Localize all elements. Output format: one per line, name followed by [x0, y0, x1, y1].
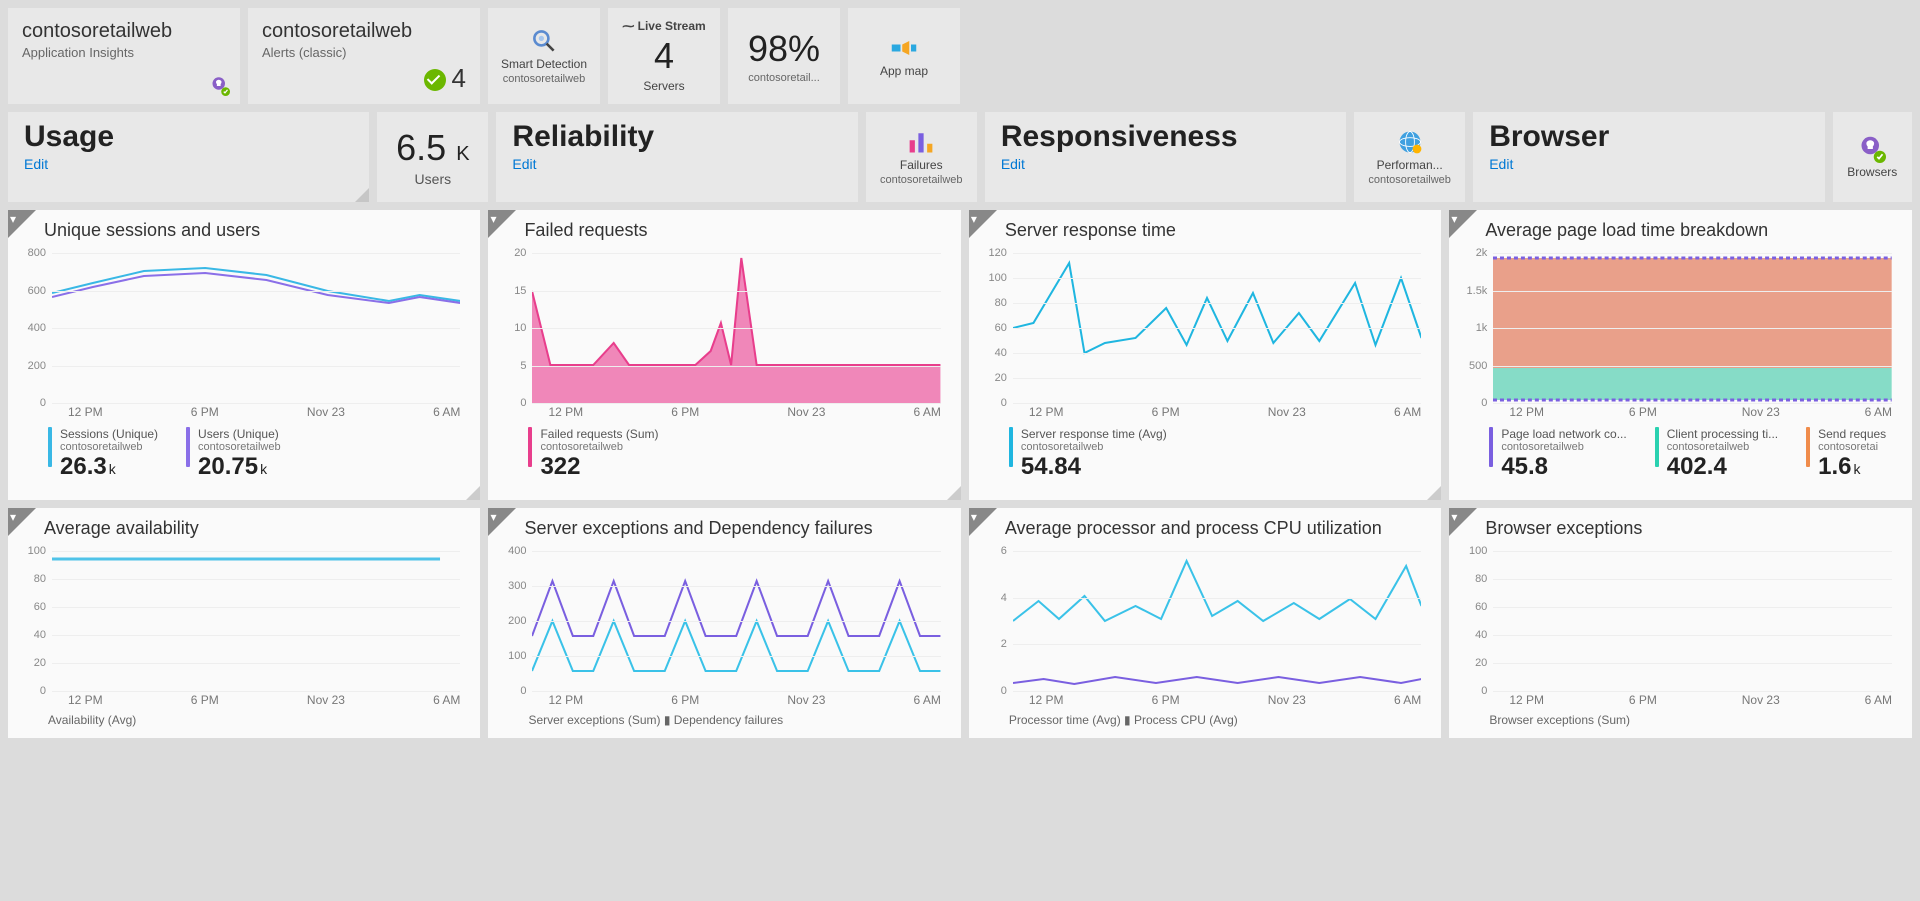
responsiveness-header[interactable]: Responsiveness Edit [985, 112, 1346, 202]
pageload-chart-title: Average page load time breakdown [1449, 210, 1912, 249]
browsers-tile[interactable]: Browsers [1833, 112, 1912, 202]
cpu-chart-title: Average processor and process CPU utiliz… [969, 508, 1441, 547]
app-sub: Application Insights [22, 45, 226, 60]
resize-icon [355, 188, 369, 202]
browser-title: Browser [1489, 120, 1808, 154]
legend: Failed requests (Sum)contosoretailweb322 [488, 419, 960, 481]
cpu-chart: 0246 [1013, 551, 1421, 691]
alerts-title: contosoretailweb [262, 20, 466, 43]
browser-exceptions-chart: 020406080100 [1493, 551, 1892, 691]
availability-chart: 020406080100 [52, 551, 460, 691]
responsiveness-title: Responsiveness [1001, 120, 1330, 154]
category-row: Usage Edit 6.5 K Users Reliability Edit … [8, 112, 1912, 202]
smart-l1: Smart Detection [501, 57, 587, 71]
resize-icon [466, 486, 480, 500]
performance-sub: contosoretailweb [1368, 174, 1451, 186]
pct-sub: contosoretail... [748, 72, 820, 84]
partial-legend: Browser exceptions (Sum) [1449, 707, 1912, 727]
failures-label: Failures [900, 158, 943, 172]
app-insights-tile[interactable]: contosoretailweb Application Insights [8, 8, 240, 104]
top-row: contosoretailweb Application Insights co… [8, 8, 1912, 104]
charts-row-1: ▾ Unique sessions and users 020040060080… [8, 210, 1912, 500]
availability-chart-title: Average availability [8, 508, 480, 547]
partial-legend: Server exceptions (Sum) ▮ Dependency fai… [488, 707, 960, 727]
alerts-sub: Alerts (classic) [262, 45, 466, 60]
globe-icon [1396, 128, 1424, 156]
filter-icon[interactable]: ▾ [1451, 510, 1457, 524]
browser-exceptions-chart-tile[interactable]: ▾ Browser exceptions 020406080100 12 PM6… [1449, 508, 1912, 738]
smart-detection-tile[interactable]: Smart Detection contosoretailweb [488, 8, 600, 104]
legend: Page load network co...contosoretailweb4… [1449, 419, 1912, 481]
reliability-header[interactable]: Reliability Edit [496, 112, 857, 202]
app-map-tile[interactable]: App map [848, 8, 960, 104]
servers-count: 4 [654, 35, 674, 77]
performance-label: Performan... [1377, 158, 1443, 172]
filter-icon[interactable]: ▾ [1451, 212, 1457, 226]
appmap-label: App map [880, 64, 928, 78]
srt-chart-tile[interactable]: ▾ Server response time 020406080100120 1… [969, 210, 1441, 500]
cpu-chart-tile[interactable]: ▾ Average processor and process CPU util… [969, 508, 1441, 738]
browser-edit-link[interactable]: Edit [1489, 156, 1513, 172]
pageload-chart-tile[interactable]: ▾ Average page load time breakdown 05001… [1449, 210, 1912, 500]
pageload-chart: 05001k1.5k2k [1493, 253, 1892, 403]
performance-tile[interactable]: Performan... contosoretailweb [1354, 112, 1465, 202]
pct-value: 98% [748, 28, 820, 70]
availability-chart-tile[interactable]: ▾ Average availability 020406080100 12 P… [8, 508, 480, 738]
failed-chart-title: Failed requests [488, 210, 960, 249]
exceptions-chart: 0100200300400 [532, 551, 940, 691]
usage-header[interactable]: Usage Edit [8, 112, 369, 202]
bulb-check-icon [1858, 135, 1886, 163]
exceptions-chart-tile[interactable]: ▾ Server exceptions and Dependency failu… [488, 508, 960, 738]
failures-icon [907, 128, 935, 156]
magnifier-icon [530, 27, 558, 55]
sessions-chart: 0200400600800 [52, 253, 460, 403]
failures-tile[interactable]: Failures contosoretailweb [866, 112, 977, 202]
availability-pct-tile[interactable]: 98% contosoretail... [728, 8, 840, 104]
filter-icon[interactable]: ▾ [490, 510, 496, 524]
alerts-tile[interactable]: contosoretailweb Alerts (classic) 4 [248, 8, 480, 104]
responsiveness-edit-link[interactable]: Edit [1001, 156, 1025, 172]
browser-header[interactable]: Browser Edit [1473, 112, 1824, 202]
users-tile[interactable]: 6.5 K Users [377, 112, 488, 202]
users-count: 6.5 K [396, 127, 469, 169]
srt-chart: 020406080100120 [1013, 253, 1421, 403]
filter-icon[interactable]: ▾ [971, 510, 977, 524]
legend: Server response time (Avg)contosoretailw… [969, 419, 1441, 481]
alerts-count: 4 [424, 63, 466, 94]
exceptions-chart-title: Server exceptions and Dependency failure… [488, 508, 960, 547]
browsers-label: Browsers [1847, 165, 1897, 179]
partial-legend: Processor time (Avg) ▮ Process CPU (Avg) [969, 707, 1441, 727]
resize-icon [947, 486, 961, 500]
partial-legend: Availability (Avg) [8, 707, 480, 727]
sessions-chart-title: Unique sessions and users [8, 210, 480, 249]
charts-row-2: ▾ Average availability 020406080100 12 P… [8, 508, 1912, 738]
srt-chart-title: Server response time [969, 210, 1441, 249]
filter-icon[interactable]: ▾ [10, 212, 16, 226]
sessions-chart-tile[interactable]: ▾ Unique sessions and users 020040060080… [8, 210, 480, 500]
servers-label: Servers [643, 79, 684, 93]
app-map-icon [890, 34, 918, 62]
filter-icon[interactable]: ▾ [971, 212, 977, 226]
check-icon [424, 69, 446, 91]
live-stream-tile[interactable]: ⁓ Live Stream 4 Servers [608, 8, 720, 104]
reliability-title: Reliability [512, 120, 841, 154]
browser-exceptions-chart-title: Browser exceptions [1449, 508, 1912, 547]
bulb-check-icon [210, 76, 230, 96]
failures-sub: contosoretailweb [880, 174, 963, 186]
usage-edit-link[interactable]: Edit [24, 156, 48, 172]
users-label: Users [415, 171, 452, 187]
app-title: contosoretailweb [22, 20, 226, 43]
filter-icon[interactable]: ▾ [10, 510, 16, 524]
failed-chart-tile[interactable]: ▾ Failed requests 05101520 12 PM6 PMNov … [488, 210, 960, 500]
filter-icon[interactable]: ▾ [490, 212, 496, 226]
smart-l2: contosoretailweb [503, 73, 586, 85]
reliability-edit-link[interactable]: Edit [512, 156, 536, 172]
failed-chart: 05101520 [532, 253, 940, 403]
live-label: ⁓ Live Stream [622, 19, 705, 33]
legend: Sessions (Unique)contosoretailweb26.3kUs… [8, 419, 480, 481]
usage-title: Usage [24, 120, 353, 154]
resize-icon [1427, 486, 1441, 500]
